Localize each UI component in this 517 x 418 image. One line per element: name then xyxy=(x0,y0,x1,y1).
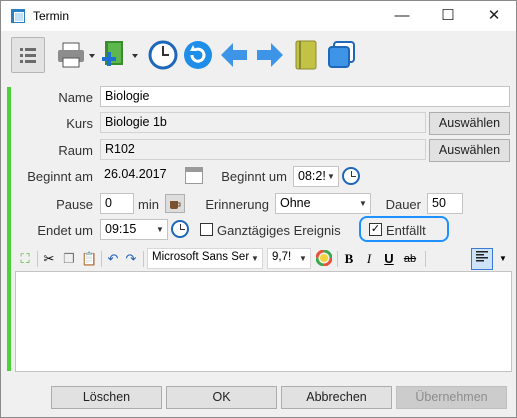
raum-select-button[interactable]: Auswählen xyxy=(429,139,510,162)
dauer-label: Dauer xyxy=(385,197,421,212)
coffee-icon[interactable] xyxy=(165,194,185,213)
overflow-chevron-icon[interactable]: ▼ xyxy=(497,250,509,268)
ganztaegig-label: Ganztägiges Ereignis xyxy=(217,223,341,238)
refresh-icon[interactable] xyxy=(181,37,215,73)
print-icon[interactable] xyxy=(55,37,97,73)
font-name-value: Microsoft Sans Ser xyxy=(152,251,250,263)
chevron-down-icon[interactable]: ▼ xyxy=(296,249,310,268)
italic-icon[interactable]: I xyxy=(361,250,377,268)
kurs-field[interactable]: Biologie 1b xyxy=(100,112,426,133)
format-toolbar: ⛶ ✂ ❐ 📋 ↶ ↷ Microsoft Sans Ser ▼ 9,7! ▼ … xyxy=(15,248,512,270)
raum-label: Raum xyxy=(58,143,93,158)
endet-um-value: 09:15 xyxy=(105,222,137,236)
name-field[interactable]: Biologie xyxy=(100,86,510,107)
beginnt-um-value: 08:2! xyxy=(298,169,326,183)
chevron-down-icon[interactable]: ▼ xyxy=(356,194,370,213)
endet-um-label: Endet um xyxy=(37,223,93,238)
ganztaegig-checkbox[interactable] xyxy=(200,223,213,236)
bold-icon[interactable]: B xyxy=(341,250,357,268)
entfaellt-checkbox[interactable]: ✓ xyxy=(369,223,382,236)
add-book-icon[interactable] xyxy=(99,37,143,73)
dialog-window: Termin — ☐ ✕ Name Biologie Kurs Biologie… xyxy=(0,0,517,418)
copy-icon[interactable]: ❐ xyxy=(61,250,77,268)
ok-button[interactable]: OK xyxy=(166,386,277,409)
raum-field[interactable]: R102 xyxy=(100,139,426,160)
expand-icon[interactable]: ⛶ xyxy=(17,250,33,268)
title-bar: Termin — ☐ ✕ xyxy=(1,1,516,31)
notebook-icon[interactable] xyxy=(291,37,323,73)
chevron-down-icon[interactable]: ▼ xyxy=(153,220,167,239)
beginnt-am-label: Beginnt am xyxy=(27,169,93,184)
name-label: Name xyxy=(58,90,93,105)
underline-icon[interactable]: U xyxy=(381,250,397,268)
kurs-select-button[interactable]: Auswählen xyxy=(429,112,510,135)
clock-icon[interactable] xyxy=(147,37,179,73)
apply-button[interactable]: Übernehmen xyxy=(396,386,507,409)
cut-icon[interactable]: ✂ xyxy=(41,250,57,268)
font-name-select[interactable]: Microsoft Sans Ser ▼ xyxy=(147,248,263,269)
pause-unit: min xyxy=(138,197,159,212)
beginnt-am-field[interactable]: 26.04.2017 xyxy=(100,165,182,186)
font-size-select[interactable]: 9,7! ▼ xyxy=(267,248,311,269)
paste-icon[interactable]: 📋 xyxy=(81,250,97,268)
strikethrough-icon[interactable]: ab xyxy=(401,250,419,268)
list-view-icon[interactable] xyxy=(11,37,45,73)
toolbar xyxy=(1,31,516,79)
pause-field[interactable]: 0 xyxy=(100,193,134,214)
notes-editor[interactable] xyxy=(15,271,512,372)
arrow-right-icon[interactable] xyxy=(253,37,287,73)
close-button[interactable]: ✕ xyxy=(471,1,517,31)
clock-icon[interactable] xyxy=(342,167,360,185)
chevron-down-icon[interactable]: ▼ xyxy=(248,249,262,268)
delete-button[interactable]: Löschen xyxy=(51,386,162,409)
pause-label: Pause xyxy=(56,197,93,212)
calendar-icon[interactable] xyxy=(185,167,203,184)
erinnerung-select[interactable]: Ohne ▼ xyxy=(275,193,371,214)
beginnt-um-label: Beginnt um xyxy=(221,169,287,184)
kurs-label: Kurs xyxy=(66,116,93,131)
app-icon xyxy=(11,9,25,23)
accent-bar xyxy=(7,87,11,371)
erinnerung-label: Erinnerung xyxy=(205,197,269,212)
beginnt-um-field[interactable]: 08:2! ▼ xyxy=(293,166,339,187)
font-size-value: 9,7! xyxy=(272,251,292,263)
window-icon[interactable] xyxy=(325,37,359,73)
erinnerung-value: Ohne xyxy=(280,196,311,210)
entfaellt-label: Entfällt xyxy=(386,223,426,238)
maximize-button[interactable]: ☐ xyxy=(425,1,471,31)
redo-icon[interactable]: ↷ xyxy=(123,250,139,268)
undo-icon[interactable]: ↶ xyxy=(105,250,121,268)
endet-um-field[interactable]: 09:15 ▼ xyxy=(100,219,168,240)
cancel-button[interactable]: Abbrechen xyxy=(281,386,392,409)
minimize-button[interactable]: — xyxy=(379,1,425,31)
arrow-left-icon[interactable] xyxy=(217,37,251,73)
window-title: Termin xyxy=(33,9,70,23)
color-picker-icon[interactable] xyxy=(315,249,333,268)
clock-icon[interactable] xyxy=(171,220,189,238)
dauer-field[interactable]: 50 xyxy=(427,193,463,214)
chevron-down-icon[interactable]: ▼ xyxy=(324,167,338,186)
align-left-icon[interactable] xyxy=(471,248,493,270)
